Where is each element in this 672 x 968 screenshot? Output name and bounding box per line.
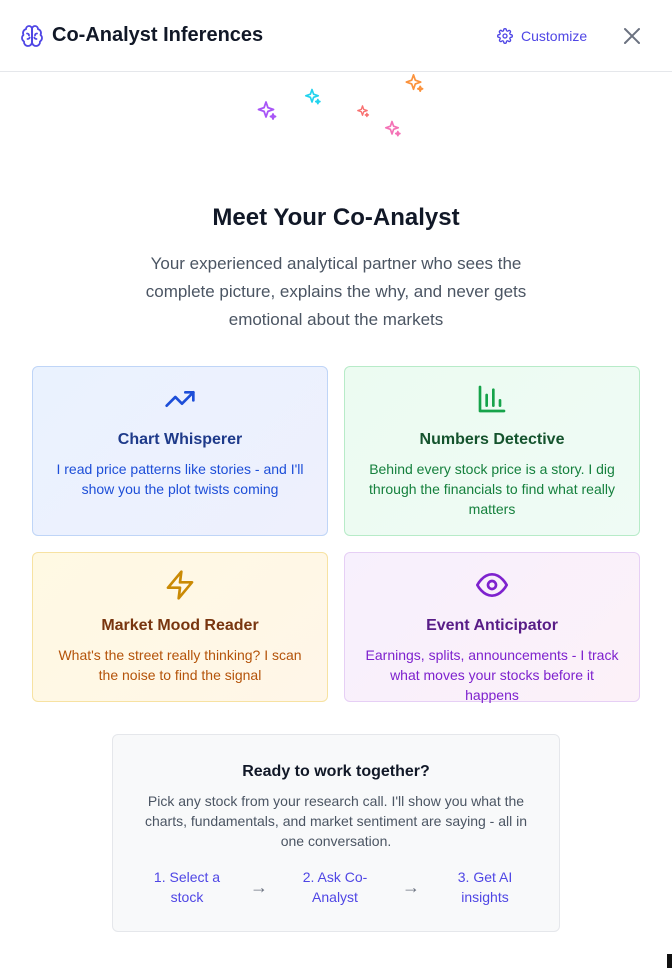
step-get-ai-insights: 3. Get AI insights	[457, 869, 513, 905]
card-description: Earnings, splits, announcements - I trac…	[365, 647, 619, 703]
card-title: Chart Whisperer	[117, 431, 243, 448]
bar-chart-icon	[478, 385, 506, 413]
card-description: What's the street really thinking? I sca…	[58, 647, 302, 683]
brain-icon	[21, 25, 43, 47]
ready-description: Pick any stock from your research call. …	[144, 793, 528, 849]
feature-card-market-mood-reader: Market Mood Reader What's the street rea…	[32, 552, 328, 702]
customize-label: Customize	[521, 28, 588, 44]
step-ask-co-analyst: 2. Ask Co-Analyst	[302, 869, 368, 905]
dialog-title: Co-Analyst Inferences	[52, 24, 264, 46]
card-title: Event Anticipator	[426, 617, 558, 634]
ready-title: Ready to work together?	[242, 763, 430, 780]
trending-up-icon	[165, 391, 195, 407]
arrow-icon: →	[250, 877, 268, 897]
feature-card-chart-whisperer: Chart Whisperer I read price patterns li…	[32, 366, 328, 536]
hero-subtitle: Your experienced analytical partner who …	[145, 254, 527, 329]
hero-title: Meet Your Co-Analyst	[212, 204, 460, 231]
sparkle-icon	[304, 88, 321, 105]
feature-card-event-anticipator: Event Anticipator Earnings, splits, anno…	[344, 552, 640, 703]
card-description: Behind every stock price is a story. I d…	[369, 461, 615, 517]
steps-row: 1. Select a stock → 2. Ask Co-Analyst → …	[113, 867, 559, 909]
customize-button[interactable]: Customize	[497, 26, 587, 46]
sparkle-icon	[357, 105, 370, 118]
feature-card-numbers-detective: Numbers Detective Behind every stock pri…	[344, 366, 640, 536]
card-description: I read price patterns like stories - and…	[56, 461, 304, 497]
card-title: Market Mood Reader	[101, 617, 259, 634]
lightning-icon	[166, 570, 194, 600]
eye-icon	[476, 573, 508, 597]
close-icon[interactable]	[620, 24, 644, 48]
card-title: Numbers Detective	[419, 431, 565, 448]
ready-panel: Ready to work together? Pick any stock f…	[112, 734, 560, 932]
sparkle-icon	[257, 101, 277, 120]
step-select-stock: 1. Select a stock	[153, 869, 221, 905]
sparkle-icon	[384, 120, 401, 137]
arrow-icon: →	[402, 877, 420, 897]
scrollbar-edge	[667, 954, 672, 968]
sparkles-decoration	[0, 72, 672, 162]
sparkle-icon	[405, 74, 424, 93]
dialog-header: Co-Analyst Inferences Customize	[0, 0, 672, 72]
gear-icon	[497, 28, 513, 44]
